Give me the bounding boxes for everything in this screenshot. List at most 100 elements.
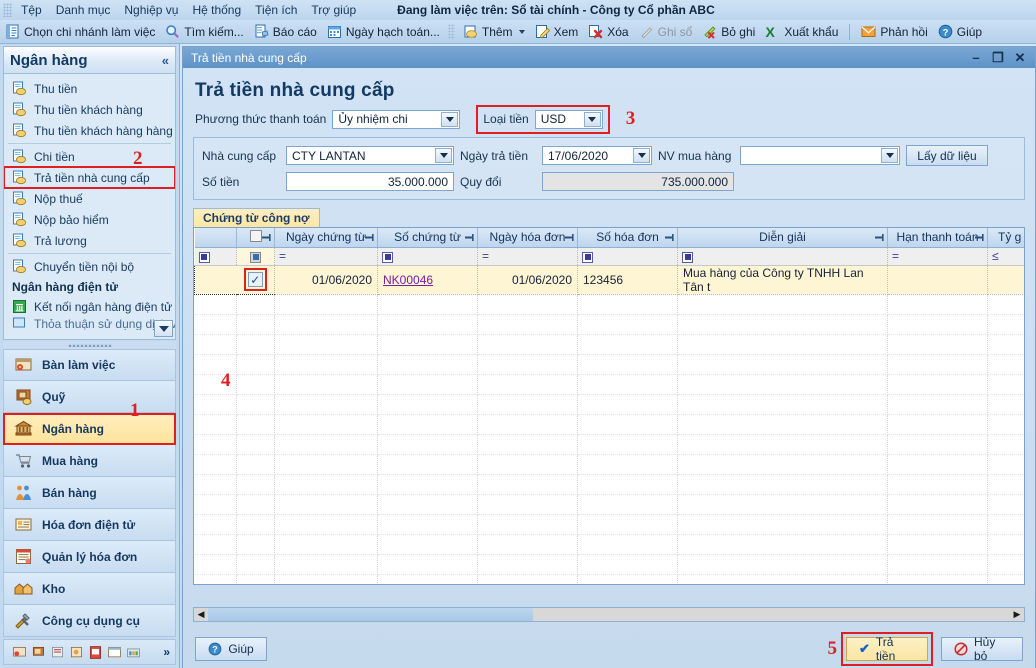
menu-item-tep[interactable]: Tệp [14,1,49,19]
menu-item-tien-ich[interactable]: Tiện ích [248,1,304,19]
e-invoice-icon[interactable] [88,645,103,660]
buyer-select[interactable] [740,146,900,165]
column-header-inv-date[interactable]: Ngày hóa đơn [477,228,578,248]
toolbar-post-button[interactable]: Ghi sổ [634,21,698,42]
sidebar-item-hoa-don-dien-tu[interactable]: Hóa đơn điện tử [3,509,176,541]
toolbar-add-button[interactable]: Thêm [458,21,530,42]
sidebar-item-ket-noi-ngan-hang-dien-tu[interactable]: Kết nối ngân hàng điện tử [4,296,175,317]
warehouse-icon[interactable] [126,645,141,660]
chevron-down-icon[interactable] [518,29,525,34]
table-empty-row[interactable] [194,534,1024,555]
debt-documents-table[interactable]: Ngày chứng từ Số chứng từ Ngày hóa đơn S… [193,227,1025,585]
table-row[interactable]: ✓ 01/06/2020 NK00046 01/06/2020 123456 M… [194,264,1024,295]
menu-item-danh-muc[interactable]: Danh mục [49,1,118,19]
table-empty-row[interactable] [194,374,1024,395]
toolbar-accounting-date-button[interactable]: Ngày hạch toán... [322,21,445,42]
column-header-inv-no[interactable]: Số hóa đơn [577,228,678,248]
table-empty-row[interactable] [194,294,1024,315]
filter-cell-select[interactable] [194,247,237,266]
column-header-select[interactable] [194,228,237,248]
sidebar-item-nop-thue[interactable]: Nộp thuế [4,188,175,209]
filter-cell-inv-no[interactable] [577,247,678,266]
pin-icon[interactable] [975,231,984,241]
table-empty-row[interactable] [194,454,1024,475]
sidebar-scroll-down-button[interactable] [154,320,173,337]
chevron-down-icon[interactable] [583,111,601,127]
table-filter-row[interactable]: = = = ≤ [194,247,1024,266]
table-empty-row[interactable] [194,434,1024,455]
column-header-description[interactable]: Diễn giải [677,228,888,248]
sidebar-item-chuyen-tien-noi-bo[interactable]: Chuyển tiền nội bộ [4,256,175,277]
close-button[interactable]: ✕ [1009,49,1031,67]
toolbar-export-button[interactable]: X Xuất khẩu [760,21,843,42]
cashbox-icon[interactable] [31,645,46,660]
sidebar-item-quan-ly-hoa-don[interactable]: Quản lý hóa đơn [3,541,176,573]
filter-icon[interactable] [382,251,393,263]
scrollbar-thumb[interactable] [208,608,533,621]
filter-cell-description[interactable] [677,247,888,266]
sidebar-tray-overflow-button[interactable]: » [163,645,170,659]
column-header-rate[interactable]: Tỷ g [987,228,1024,248]
maximize-button[interactable]: ❐ [987,49,1009,67]
pin-icon[interactable] [262,231,271,241]
amount-input[interactable]: 35.000.000 [286,172,454,191]
sidebar-item-ngan-hang[interactable]: Ngân hàng [3,413,176,445]
sidebar-item-nop-bao-hiem[interactable]: Nộp bảo hiểm [4,209,175,230]
sidebar-item-ban-lam-viec[interactable]: Bàn làm việc [3,349,176,381]
toolbar-feedback-button[interactable]: Phản hồi [856,21,932,42]
sidebar-item-thoa-thuan[interactable]: Thỏa thuận sử dụng dịch v... [4,317,175,330]
pin-icon[interactable] [465,231,474,241]
chevron-down-icon[interactable] [435,148,452,163]
table-empty-row[interactable] [194,514,1024,535]
sidebar-item-kho[interactable]: Kho [3,573,176,605]
collapse-sidebar-icon[interactable]: « [162,53,169,68]
purchase-icon[interactable] [50,645,65,660]
sales-icon[interactable] [69,645,84,660]
minimize-button[interactable]: – [965,49,987,67]
scroll-left-arrow-icon[interactable]: ◀ [194,609,208,620]
sidebar-splitter[interactable] [3,341,176,349]
sidebar-item-thu-tien-khach-hang[interactable]: Thu tiền khách hàng [4,99,175,120]
filter-cell-checkbox[interactable] [236,247,275,266]
payment-method-select[interactable]: Ủy nhiệm chi [332,109,461,129]
row-checkbox-cell[interactable]: ✓ [236,264,275,295]
doc-no-link[interactable]: NK00046 [383,273,433,287]
table-empty-row[interactable] [194,334,1024,355]
row-checkbox[interactable]: ✓ [243,268,267,291]
filter-icon[interactable] [582,251,593,263]
table-empty-row[interactable] [194,414,1024,435]
table-empty-row[interactable] [194,314,1024,335]
table-empty-row[interactable] [194,394,1024,415]
calendar-dropdown-icon[interactable] [633,148,650,163]
column-header-doc-no[interactable]: Số chứng từ [377,228,478,248]
pin-icon[interactable] [565,231,574,241]
sidebar-item-chi-tien[interactable]: Chi tiền [4,146,175,167]
filter-cell-due-date[interactable]: = [887,247,988,266]
table-empty-row[interactable] [194,494,1024,515]
sidebar-item-cong-cu-dung-cu[interactable]: Công cụ dụng cụ [3,605,176,637]
row-selector-cell[interactable] [194,264,237,295]
sidebar-item-ban-hang[interactable]: Bán hàng [3,477,176,509]
sidebar-item-tra-luong[interactable]: Trả lương [4,230,175,251]
tab-chung-tu-cong-no[interactable]: Chứng từ công nợ [193,208,320,227]
filter-cell-doc-no[interactable] [377,247,478,266]
toolbar-branch-button[interactable]: Chọn chi nhánh làm việc [0,21,160,42]
filter-cell-doc-date[interactable]: = [274,247,378,266]
toolbar-report-button[interactable]: Báo cáo [249,21,322,42]
pin-icon[interactable] [365,231,374,241]
filter-icon[interactable] [250,251,261,263]
chevron-down-icon[interactable] [881,148,898,163]
column-header-doc-date[interactable]: Ngày chứng từ [274,228,378,248]
desk-icon[interactable] [12,645,27,660]
pin-icon[interactable] [875,231,884,241]
table-horizontal-scrollbar[interactable]: ◀ ▶ [193,607,1025,622]
invoice-mgmt-icon[interactable] [107,645,122,660]
menu-item-he-thong[interactable]: Hệ thống [185,1,248,19]
sidebar-item-tra-tien-nha-cung-cap[interactable]: Trả tiền nhà cung cấp [4,166,175,189]
currency-select[interactable]: USD [534,109,603,129]
select-all-checkbox[interactable] [249,229,262,242]
table-empty-row[interactable] [194,554,1024,575]
sidebar-item-quy[interactable]: Quỹ [3,381,176,413]
menu-item-nghiep-vu[interactable]: Nghiệp vụ [117,1,185,19]
column-header-checkbox[interactable] [236,228,275,248]
